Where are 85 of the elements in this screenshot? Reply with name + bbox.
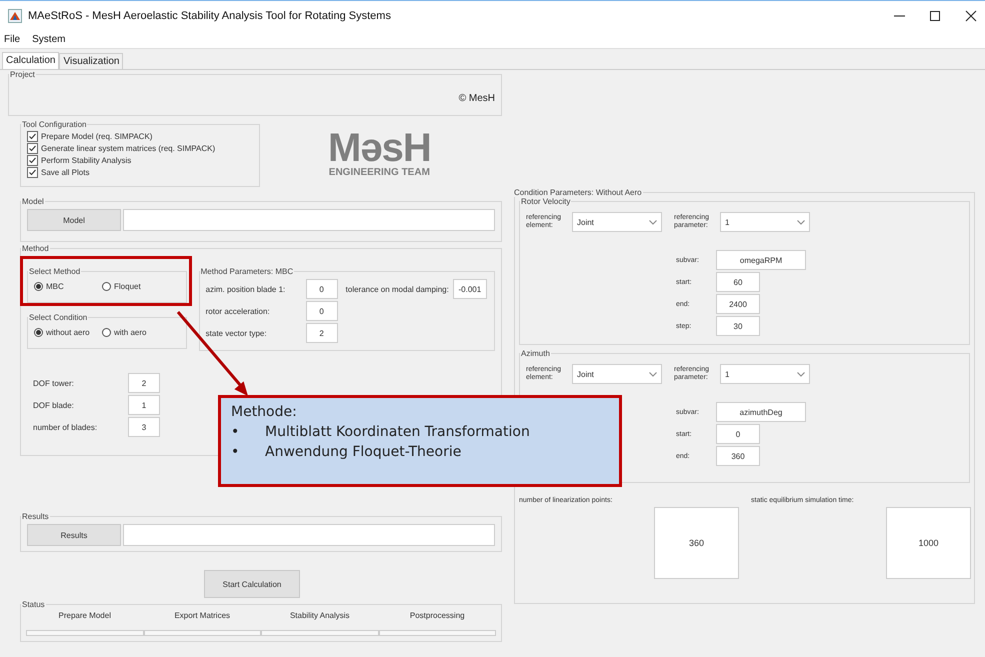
bullet: • xyxy=(231,423,240,442)
panel-title: Method Parameters: MBC xyxy=(200,267,294,276)
number-field[interactable]: 1 xyxy=(128,395,160,415)
number-field[interactable]: 0 xyxy=(306,301,338,321)
status-label: Stability Analysis xyxy=(290,611,350,620)
panel-title: Tool Configuration xyxy=(21,120,88,129)
panel-title: Select Method xyxy=(28,267,82,276)
radio-label: MBC xyxy=(46,282,64,291)
radio-button[interactable] xyxy=(34,328,43,337)
radio-label: Floquet xyxy=(114,282,141,291)
text-field[interactable]: 0 xyxy=(716,424,760,444)
tab[interactable]: Visualization xyxy=(59,53,124,69)
text-field[interactable]: azimuthDeg xyxy=(716,402,806,422)
number-field[interactable]: 1000 xyxy=(886,507,971,579)
chevron-down-icon xyxy=(649,372,657,376)
checkbox-label: Save all Plots xyxy=(41,168,90,176)
number-field[interactable]: 3 xyxy=(128,417,160,437)
panel-title: Azimuth xyxy=(520,349,551,358)
logo-text: MəsH xyxy=(328,129,431,167)
field-label: azim. position blade 1: xyxy=(206,284,286,294)
radio-label: with aero xyxy=(114,328,146,337)
chevron-down-icon xyxy=(649,220,657,224)
number-field[interactable]: 360 xyxy=(654,507,739,579)
panel-title: Model xyxy=(21,197,45,206)
checkbox[interactable] xyxy=(27,142,38,154)
callout-title: Methode: xyxy=(231,403,298,422)
text-field[interactable]: 30 xyxy=(716,316,760,336)
radio-button[interactable] xyxy=(102,328,111,337)
dropdown[interactable]: Joint xyxy=(572,212,662,232)
radio-button[interactable] xyxy=(102,282,111,291)
bullet: • xyxy=(231,443,240,462)
chevron-down-icon xyxy=(797,220,805,224)
tab[interactable]: Calculation xyxy=(2,52,60,69)
radio-button[interactable] xyxy=(34,282,43,291)
status-label: Prepare Model xyxy=(58,611,111,620)
field-label: rotor acceleration: xyxy=(206,306,271,316)
menu-item[interactable]: System xyxy=(32,34,66,44)
field-label: DOF blade: xyxy=(33,400,75,410)
text-field[interactable]: 2400 xyxy=(716,294,760,314)
file-button[interactable]: Model xyxy=(27,209,121,231)
status-label: Export Matrices xyxy=(174,611,230,620)
path-field[interactable] xyxy=(123,524,495,546)
text-field[interactable]: 360 xyxy=(716,446,760,466)
checkbox[interactable] xyxy=(27,154,38,166)
number-field[interactable]: 0 xyxy=(306,279,338,299)
panel-title: Method xyxy=(21,244,50,253)
window-title: MAeStRoS - MesH Aeroelastic Stability Analysis Tool for Rotating Systems xyxy=(28,10,391,22)
checkbox-label: Generate linear system matrices (req. SIMPACK) xyxy=(41,144,216,152)
field-label: number of blades: xyxy=(33,422,98,432)
callout-item: Anwendung Floquet-Theorie xyxy=(265,443,462,462)
panel-title: Select Condition xyxy=(28,313,88,322)
dropdown[interactable]: 1 xyxy=(720,212,810,232)
start-calculation-button[interactable]: Start Calculation xyxy=(204,570,300,598)
chevron-down-icon xyxy=(797,372,805,376)
logo-tagline: ENGINEERING TEAM xyxy=(328,167,430,178)
field-label: tolerance on modal damping: xyxy=(346,284,449,294)
app-icon xyxy=(8,8,22,22)
checkbox-label: Prepare Model (req. SIMPACK) xyxy=(41,132,152,140)
file-button[interactable]: Results xyxy=(27,524,121,546)
radio-label: without aero xyxy=(46,328,90,337)
maximize-icon xyxy=(929,10,941,22)
number-field[interactable]: 2 xyxy=(306,323,338,343)
path-field[interactable] xyxy=(123,209,495,231)
text-field[interactable]: 60 xyxy=(716,272,760,292)
panel-title: Project xyxy=(9,70,36,79)
number-field[interactable]: 2 xyxy=(128,373,160,393)
callout-item: Multiblatt Koordinaten Transformation xyxy=(265,423,530,442)
field-label: state vector type: xyxy=(206,328,268,338)
menu-item[interactable]: File xyxy=(4,34,20,44)
close-icon xyxy=(965,10,977,22)
field-label: DOF tower: xyxy=(33,378,75,388)
dropdown[interactable]: 1 xyxy=(720,364,810,384)
checkbox[interactable] xyxy=(27,130,38,142)
checkbox-label: Perform Stability Analysis xyxy=(41,156,132,164)
panel-title: Results xyxy=(21,512,50,521)
panel-title: Rotor Velocity xyxy=(520,197,572,206)
number-field[interactable]: -0.001 xyxy=(452,279,487,299)
copyright-text: © MesH xyxy=(458,93,495,104)
status-label: Postprocessing xyxy=(410,611,465,620)
panel-title: Condition Parameters: Without Aero xyxy=(513,188,643,197)
minimize-icon xyxy=(894,14,905,16)
text-field[interactable]: omegaRPM xyxy=(716,250,806,270)
checkbox[interactable] xyxy=(27,166,38,178)
panel-title: Status xyxy=(21,600,46,609)
dropdown[interactable]: Joint xyxy=(572,364,662,384)
